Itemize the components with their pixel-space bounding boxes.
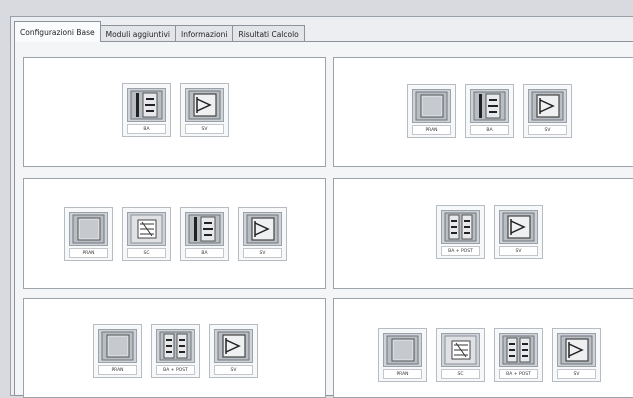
configuration-group[interactable]: PRAN SC BA SV — [23, 178, 326, 289]
configurations-pane: BA SV PRAN BA SV PRAN SC BA SV BA + POST SV PRAN BA … — [14, 41, 633, 398]
module-label: BA + POST — [441, 246, 480, 256]
tab-configurazioni-base[interactable]: Configurazioni Base — [14, 21, 101, 42]
configuration-group[interactable]: BA SV — [23, 57, 326, 167]
module-card[interactable]: PRAN — [378, 328, 427, 382]
ba-module-icon — [470, 89, 509, 123]
module-card[interactable]: SV — [494, 205, 543, 259]
pran-module-icon — [98, 329, 137, 363]
module-card[interactable]: SV — [180, 83, 229, 137]
ba-post-module-icon — [441, 210, 480, 244]
module-card[interactable]: BA + POST — [436, 205, 485, 259]
module-label: SV — [214, 365, 253, 375]
ba-post-module-icon — [156, 329, 195, 363]
module-card[interactable]: BA + POST — [151, 324, 200, 378]
configuration-group[interactable]: BA + POST SV — [333, 178, 633, 289]
ba-module-icon — [127, 88, 166, 122]
configuration-group[interactable]: PRAN BA SV — [333, 57, 633, 167]
sc-module-icon — [127, 212, 166, 246]
module-label: SV — [528, 125, 567, 135]
sv-module-icon — [557, 333, 596, 367]
module-label: PRAN — [98, 365, 137, 375]
module-label: PRAN — [412, 125, 451, 135]
ba-post-module-icon — [499, 333, 538, 367]
module-card[interactable]: PRAN — [407, 84, 456, 138]
module-card[interactable]: SV — [523, 84, 572, 138]
tab-informazioni[interactable]: Informazioni — [174, 25, 234, 42]
pran-module-icon — [69, 212, 108, 246]
sc-module-icon — [441, 333, 480, 367]
module-label: BA + POST — [156, 365, 195, 375]
module-label: BA + POST — [499, 369, 538, 379]
module-card[interactable]: SV — [209, 324, 258, 378]
module-card[interactable]: SC — [122, 207, 171, 261]
module-label: SV — [243, 248, 282, 258]
sv-module-icon — [214, 329, 253, 363]
module-card[interactable]: SV — [552, 328, 601, 382]
sv-module-icon — [528, 89, 567, 123]
sv-module-icon — [243, 212, 282, 246]
module-label: BA — [470, 125, 509, 135]
module-label: PRAN — [383, 369, 422, 379]
ba-module-icon — [185, 212, 224, 246]
module-card[interactable]: BA — [465, 84, 514, 138]
module-card[interactable]: PRAN — [64, 207, 113, 261]
module-label: PRAN — [69, 248, 108, 258]
module-card[interactable]: BA + POST — [494, 328, 543, 382]
module-label: SV — [185, 124, 224, 134]
sv-module-icon — [499, 210, 538, 244]
module-label: SV — [499, 246, 538, 256]
pran-module-icon — [412, 89, 451, 123]
module-label: BA — [185, 248, 224, 258]
module-label: SC — [127, 248, 166, 258]
module-label: BA — [127, 124, 166, 134]
configuration-group[interactable]: PRAN BA + POST SV — [23, 298, 326, 398]
module-card[interactable]: BA — [180, 207, 229, 261]
module-label: SV — [557, 369, 596, 379]
tab-risultati-calcolo[interactable]: Risultati Calcolo — [232, 25, 305, 42]
module-card[interactable]: SV — [238, 207, 287, 261]
tab-bar: Configurazioni Base Moduli aggiuntivi In… — [14, 20, 305, 42]
module-card[interactable]: PRAN — [93, 324, 142, 378]
module-card[interactable]: SC — [436, 328, 485, 382]
sv-module-icon — [185, 88, 224, 122]
tab-moduli-aggiuntivi[interactable]: Moduli aggiuntivi — [99, 25, 176, 42]
module-label: SC — [441, 369, 480, 379]
pran-module-icon — [383, 333, 422, 367]
configuration-window: Configurazioni Base Moduli aggiuntivi In… — [10, 16, 633, 398]
configuration-group[interactable]: PRAN SC BA + POST SV — [333, 298, 633, 398]
module-card[interactable]: BA — [122, 83, 171, 137]
